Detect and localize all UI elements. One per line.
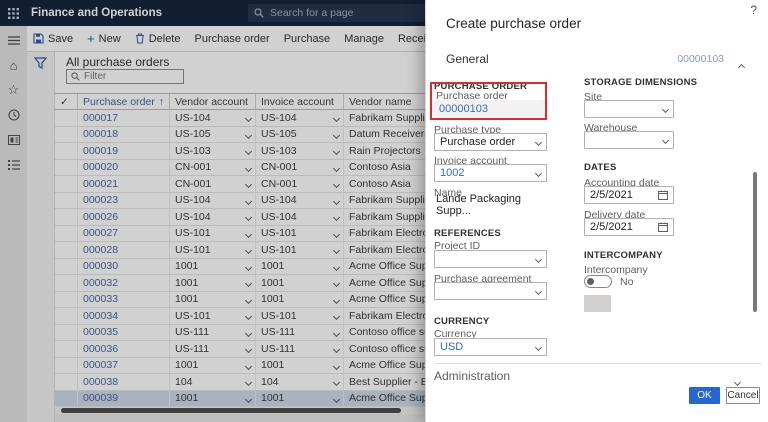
background-page: Finance and Operations Search for a page… [0,0,425,422]
group-dates: DATES [584,162,617,173]
help-icon[interactable]: ? [750,3,757,17]
chevron-down-icon [534,343,543,351]
purchase-order-field[interactable]: 00000103 [434,100,547,117]
calendar-icon[interactable] [658,222,668,232]
section-general[interactable]: General [446,52,489,66]
chevron-down-icon [534,255,543,263]
name-field[interactable]: Lande Packaging Supp... [434,193,547,217]
purchase-type-dropdown[interactable]: Purchase order [434,133,547,151]
chevron-down-icon [661,105,670,113]
vertical-scrollbar-thumb[interactable] [753,172,757,312]
group-currency: CURRENCY [434,316,490,327]
warehouse-dropdown[interactable] [584,131,674,149]
purchase-agreement-dropdown[interactable] [434,282,547,300]
chevron-down-icon [534,287,543,295]
dialog-title: Create purchase order [446,16,582,31]
chevron-down-icon [534,138,543,146]
toggle-state-text: No [620,275,634,288]
record-link[interactable]: 00000103 [677,53,724,65]
group-intercompany: INTERCOMPANY [584,250,663,261]
disabled-button-placeholder [584,295,611,312]
chevron-down-icon [534,169,543,177]
collapse-chevron-icon[interactable] [737,57,746,75]
delivery-date-field[interactable]: 2/5/2021 [584,218,674,236]
section-divider [434,363,761,364]
create-purchase-order-dialog: ? Create purchase order General 00000103… [425,0,768,422]
intercompany-toggle[interactable]: No [584,275,633,288]
invoice-account-dropdown[interactable]: 1002 [434,164,547,182]
currency-dropdown[interactable]: USD [434,338,547,356]
project-id-dropdown[interactable] [434,250,547,268]
group-references: REFERENCES [434,228,501,239]
group-storage-dimensions: STORAGE DIMENSIONS [584,77,698,88]
section-administration[interactable]: Administration [434,369,510,383]
toggle-pill[interactable] [584,275,612,288]
ok-button[interactable]: OK [689,387,720,404]
app-window: Finance and Operations Search for a page… [0,0,768,422]
calendar-icon[interactable] [658,190,668,200]
site-dropdown[interactable] [584,100,674,118]
toggle-knob [587,278,594,285]
accounting-date-field[interactable]: 2/5/2021 [584,186,674,204]
modal-overlay [0,0,425,422]
cancel-button[interactable]: Cancel [726,387,760,404]
chevron-down-icon [661,136,670,144]
